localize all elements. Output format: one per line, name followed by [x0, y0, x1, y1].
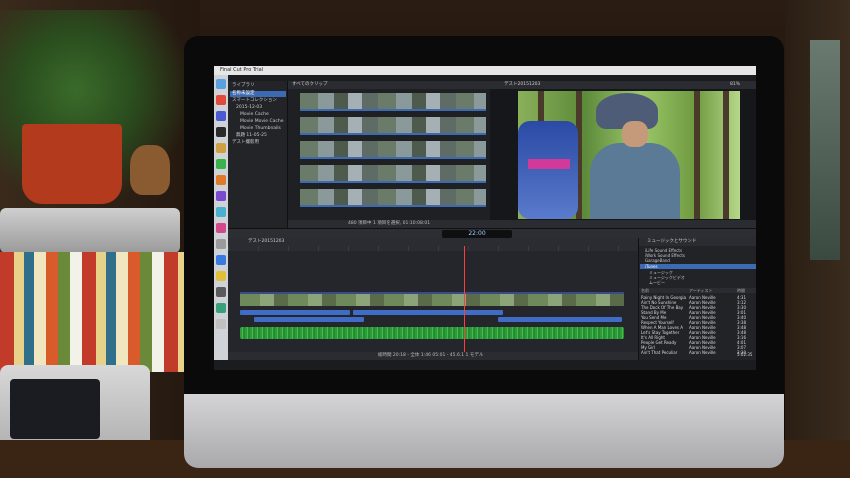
music-header: ミュージックとサウンド	[639, 238, 756, 246]
column-artist[interactable]: アーティスト	[689, 288, 713, 293]
song-list-header: 名前 アーティスト 時間	[639, 288, 756, 293]
apple-logo-icon	[469, 414, 499, 448]
app-icon[interactable]	[216, 223, 226, 233]
app-icon[interactable]	[216, 159, 226, 169]
viewer: デスト20151203 81%	[490, 81, 756, 228]
column-name[interactable]: 名前	[641, 288, 649, 293]
music-category[interactable]: GarageBand	[645, 258, 670, 263]
dock	[214, 75, 228, 360]
connected-clip[interactable]	[254, 317, 364, 322]
filmstrip[interactable]	[300, 117, 486, 135]
app-icon[interactable]	[216, 271, 226, 281]
browser-status: 480 項目中 1 項目を選択, 01:10:08:01	[348, 221, 431, 226]
app-icon[interactable]	[216, 127, 226, 137]
library-item[interactable]: デスト撮影用	[232, 140, 259, 146]
browser-footer: 480 項目中 1 項目を選択, 01:10:08:01	[288, 220, 490, 228]
library-item[interactable]: スマートコレクション	[232, 98, 277, 104]
timeline-toolbar: 22:00	[228, 228, 756, 238]
window	[810, 40, 840, 260]
clip-browser: すべてのクリップ 480 項目中 1 項目を選択, 01:10:08:01	[288, 81, 490, 228]
app-icon[interactable]	[216, 191, 226, 201]
timeline-header: デスト20151203	[228, 238, 638, 246]
app-icon[interactable]	[216, 95, 226, 105]
hiker-face	[622, 121, 648, 147]
filmstrip[interactable]	[300, 93, 486, 111]
bookshelf	[0, 252, 185, 372]
imac-screen: Final Cut Pro Trial ライブラリ 名称未設定 スマートコレクシ…	[214, 66, 756, 370]
browser-header: すべてのクリップ	[288, 81, 490, 89]
viewer-title: デスト20151203	[504, 82, 541, 87]
filmstrip[interactable]	[300, 189, 486, 207]
library-title: ライブラリ	[232, 83, 255, 88]
menu-bar: Final Cut Pro Trial	[214, 66, 756, 75]
viewer-footer	[490, 220, 756, 228]
music-category[interactable]: iTunes	[640, 264, 756, 269]
column-time[interactable]: 時間	[737, 288, 745, 293]
timeline[interactable]: デスト20151203 総時間 20:18 - 全体 1:46 05:01 - …	[228, 238, 638, 360]
app-icon[interactable]	[216, 175, 226, 185]
music-category[interactable]: ムービー	[649, 280, 665, 285]
app-icon[interactable]	[216, 143, 226, 153]
audio-track[interactable]	[240, 327, 624, 339]
connected-clip[interactable]	[353, 310, 503, 315]
library-item[interactable]: 名称未設定	[230, 91, 286, 97]
library-item[interactable]: 2015-12-03	[236, 105, 262, 111]
app-icon[interactable]	[216, 287, 226, 297]
finder-icon[interactable]	[216, 79, 226, 89]
viewer-frame	[518, 91, 740, 219]
boombox	[0, 208, 180, 253]
library-item[interactable]: Movie Thumbnails	[240, 126, 281, 132]
timeline-footer: 総時間 20:18 - 全体 1:46 05:01 - 45.6.1 1 モデル	[228, 352, 638, 360]
filmstrip[interactable]	[300, 165, 486, 183]
browser-title: すべてのクリップ	[292, 82, 328, 87]
phone-screen	[10, 379, 100, 439]
app-icon[interactable]	[216, 255, 226, 265]
red-pot	[22, 124, 122, 204]
viewer-header: デスト20151203 81%	[490, 81, 756, 89]
app-icon[interactable]	[216, 303, 226, 313]
timeline-title: デスト20151203	[248, 239, 285, 244]
app-icon[interactable]	[216, 239, 226, 249]
library-item[interactable]: 無題 11-05-25	[236, 133, 267, 139]
app-icon[interactable]	[216, 207, 226, 217]
trash-icon[interactable]	[216, 319, 226, 329]
library-item[interactable]: Movie Cache	[240, 112, 269, 118]
backpack	[518, 121, 578, 219]
backpack-strap	[528, 159, 570, 169]
music-footer: 5:02:35	[641, 352, 755, 357]
filmstrip[interactable]	[300, 141, 486, 159]
tree-trunk	[694, 91, 700, 219]
timecode-display[interactable]: 22:00	[442, 230, 512, 238]
tree-trunk	[723, 91, 729, 219]
menubar-title: Final Cut Pro Trial	[220, 67, 264, 73]
app-icon[interactable]	[216, 111, 226, 121]
viewer-zoom[interactable]: 81%	[730, 81, 740, 89]
primary-storyline[interactable]	[240, 292, 624, 306]
library-item[interactable]: Movie Movie Cache	[240, 119, 284, 125]
hiker	[590, 143, 680, 219]
timeline-status: 総時間 20:18 - 全体 1:46 05:01 - 45.6.1 1 モデル	[378, 353, 484, 358]
connected-clip[interactable]	[240, 310, 350, 315]
music-browser: ミュージックとサウンド iLife Sound Effects iWork So…	[638, 238, 756, 360]
imac: Final Cut Pro Trial ライブラリ 名称未設定 スマートコレクシ…	[184, 36, 784, 468]
timeline-ruler[interactable]	[228, 246, 638, 251]
music-duration: 5:02:35	[737, 352, 753, 357]
playhead[interactable]	[464, 246, 465, 354]
library-pane: ライブラリ 名称未設定 スマートコレクション 2015-12-03 Movie …	[228, 81, 288, 228]
connected-clip[interactable]	[498, 317, 622, 322]
music-title: ミュージックとサウンド	[647, 239, 697, 244]
owl-figurine	[130, 145, 170, 195]
photo-scene: Final Cut Pro Trial ライブラリ 名称未設定 スマートコレクシ…	[0, 0, 850, 478]
